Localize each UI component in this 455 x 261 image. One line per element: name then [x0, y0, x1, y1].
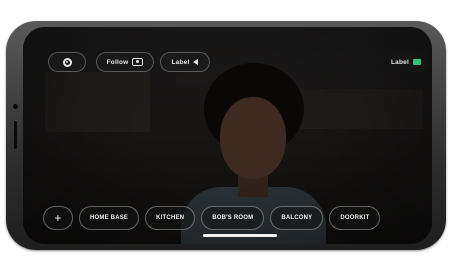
audio-label: Label [171, 58, 190, 66]
follow-label: Follow [106, 58, 129, 66]
camera-view: Follow Label Label + HOME BASE KITCHEN B… [23, 27, 432, 244]
person-frame-icon [132, 58, 144, 66]
room-doorkit[interactable]: DOORKIT [329, 206, 381, 230]
room-selector: + HOME BASE KITCHEN BOB'S ROOM BALCONY D… [43, 206, 381, 230]
room-kitchen[interactable]: KITCHEN [145, 206, 196, 230]
room-home-base[interactable]: HOME BASE [79, 206, 140, 230]
audio-button[interactable]: Label [160, 52, 210, 72]
earpiece-speaker [14, 121, 17, 149]
gear-icon [62, 57, 72, 67]
home-indicator[interactable] [203, 234, 277, 237]
add-room-button[interactable]: + [43, 206, 73, 230]
battery-icon [412, 59, 421, 65]
follow-button[interactable]: Follow [96, 52, 154, 72]
room-balcony[interactable]: BALCONY [270, 206, 324, 230]
room-bobs-room[interactable]: BOB'S ROOM [201, 206, 265, 230]
status-label: Label [391, 58, 409, 66]
settings-button[interactable] [48, 52, 86, 72]
front-camera [13, 104, 18, 109]
phone-frame: Follow Label Label + HOME BASE KITCHEN B… [6, 21, 446, 250]
speaker-icon [193, 59, 199, 65]
status-badge: Label [383, 52, 429, 72]
